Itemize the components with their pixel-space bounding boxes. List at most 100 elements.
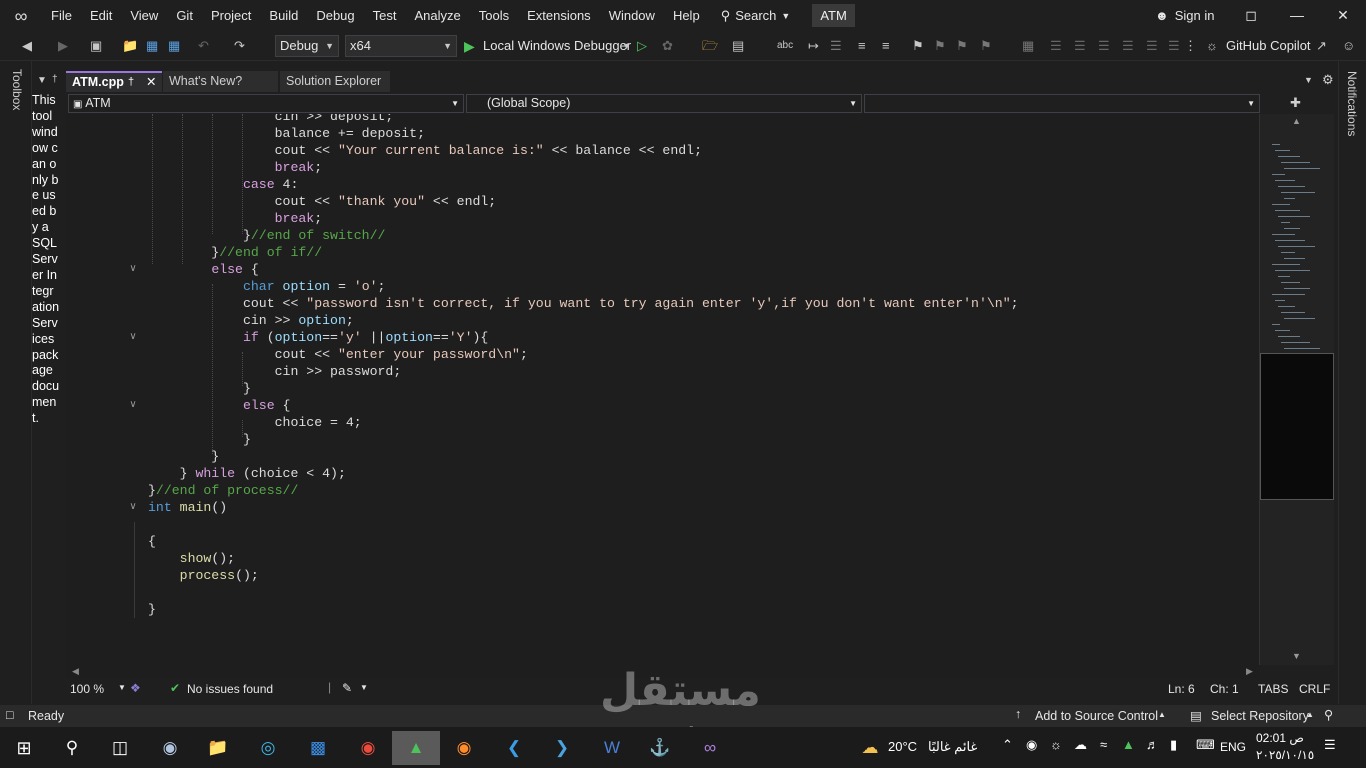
menu-build[interactable]: Build <box>260 0 307 31</box>
indent-icon[interactable]: ≡ <box>858 36 866 56</box>
align-left-icon[interactable]: ☰ <box>1050 36 1062 56</box>
pin-icon[interactable]: † <box>128 73 134 91</box>
menu-test[interactable]: Test <box>364 0 406 31</box>
camera-app-icon[interactable]: ◉ <box>152 731 188 765</box>
menu-project[interactable]: Project <box>202 0 260 31</box>
step-icon[interactable]: ↦ <box>808 36 819 56</box>
add-to-source-control-button[interactable]: Add to Source Control <box>1035 709 1158 723</box>
close-window-button[interactable]: ✕ <box>1320 0 1366 31</box>
app-triangle-icon[interactable]: ▲ <box>392 731 440 765</box>
notification-bell-icon[interactable]: ⚲ <box>1324 707 1333 722</box>
code-line[interactable]: process(); <box>148 567 259 584</box>
chevron-up-icon[interactable]: ▲ <box>1306 710 1314 719</box>
keyboard-icon[interactable]: ⌨ <box>1196 737 1215 753</box>
notifications-tab[interactable]: Notifications <box>1345 71 1359 136</box>
align-middle-icon[interactable]: ☰ <box>1146 36 1158 56</box>
restore-button[interactable] <box>1276 0 1322 31</box>
comment-icon[interactable]: ☰ <box>830 36 842 56</box>
prev-bookmark-icon[interactable]: ⚑ <box>934 36 946 56</box>
forward-icon[interactable]: ▶ <box>58 36 68 56</box>
weather-desc[interactable]: غائم غالبًا <box>928 739 977 755</box>
spell-check-icon[interactable]: abc <box>777 36 793 56</box>
split-editor-icon[interactable]: ✚ <box>1290 95 1301 111</box>
code-line[interactable]: balance += deposit; <box>148 125 425 142</box>
start-debugging-label[interactable]: Local Windows Debugger <box>483 36 631 56</box>
code-line[interactable]: if (option=='y' ||option=='Y'){ <box>148 329 488 346</box>
weather-icon[interactable]: ☁ <box>852 731 888 765</box>
weather-temp[interactable]: 20°C <box>888 739 917 754</box>
menu-view[interactable]: View <box>121 0 167 31</box>
vscode-icon[interactable]: ❮ <box>496 731 532 765</box>
project-select[interactable]: ▣ ATM ▼ <box>68 94 464 113</box>
store-icon[interactable]: ▩ <box>300 731 336 765</box>
windows-start-icon[interactable]: ⊞ <box>6 731 42 765</box>
code-line[interactable]: cout << "Your current balance is:" << ba… <box>148 142 702 159</box>
code-line[interactable]: { <box>148 533 156 550</box>
code-line[interactable]: cout << "password isn't correct, if you … <box>148 295 1019 312</box>
menu-window[interactable]: Window <box>600 0 664 31</box>
task-view-icon[interactable]: ◫ <box>102 731 138 765</box>
code-line[interactable]: show(); <box>148 550 235 567</box>
map-scrollbar[interactable]: ▲ ▼ <box>1259 114 1334 665</box>
code-line[interactable]: cin >> option; <box>148 312 354 329</box>
fold-toggle-icon[interactable]: ∨ <box>126 398 140 412</box>
code-line[interactable]: cin >> deposit; <box>148 114 394 125</box>
scope-select[interactable]: (Global Scope) ▼ <box>466 94 862 113</box>
code-line[interactable]: char option = 'o'; <box>148 278 385 295</box>
undo-icon[interactable]: ↶ <box>198 36 209 56</box>
platform-select[interactable]: x64 ▼ <box>345 35 457 57</box>
line-number[interactable]: Ln: 6 <box>1168 682 1195 696</box>
clock-date[interactable]: ٢٠٢٥/١٠/١٥ <box>1256 748 1314 762</box>
tab-solution-explorer[interactable]: Solution Explorer <box>280 71 390 92</box>
format-icon[interactable]: ▦ <box>1022 36 1034 56</box>
menu-edit[interactable]: Edit <box>81 0 121 31</box>
word-icon[interactable]: W <box>594 731 630 765</box>
code-editor[interactable]: ∨ ∨ ∨ ∨ cin >> deposit; balance += depos… <box>66 114 1260 665</box>
share-icon[interactable]: ↗ <box>1316 36 1327 56</box>
menu-analyze[interactable]: Analyze <box>405 0 469 31</box>
window-layout-icon[interactable]: ▤ <box>732 36 744 56</box>
fold-toggle-icon[interactable]: ∨ <box>126 500 140 514</box>
align-top-icon[interactable]: ☰ <box>1122 36 1134 56</box>
code-line[interactable]: cout << "thank you" << endl; <box>148 193 497 210</box>
intellicode-icon[interactable]: ❖ <box>130 681 141 695</box>
bookmark-icon[interactable]: ⚑ <box>912 36 924 56</box>
align-center-icon[interactable]: ☰ <box>1074 36 1086 56</box>
visual-studio-logo-icon[interactable]: ∞ <box>10 5 32 27</box>
action-center-icon[interactable]: ☰ <box>1324 737 1336 753</box>
powershell-icon[interactable]: ❯ <box>544 731 580 765</box>
scroll-right-icon[interactable]: ▶ <box>1246 666 1253 677</box>
input-language[interactable]: ENG <box>1220 740 1246 754</box>
tray-chevron-icon[interactable]: ⌃ <box>1002 737 1013 753</box>
select-repository-button[interactable]: Select Repository <box>1211 709 1309 723</box>
close-tab-icon[interactable]: ✕ <box>146 73 156 91</box>
clear-bookmarks-icon[interactable]: ⚑ <box>980 36 992 56</box>
save-icon[interactable]: ▦ <box>146 36 158 56</box>
tray-app-icon[interactable]: ▲ <box>1122 737 1135 752</box>
scroll-down-icon[interactable]: ▼ <box>1292 651 1301 661</box>
chevron-up-icon[interactable]: ▲ <box>1158 710 1166 719</box>
tab-atm-cpp[interactable]: ATM.cpp † ✕ <box>66 71 162 92</box>
tab-whats-new[interactable]: What's New? <box>163 71 278 92</box>
toolbox-pin-icon[interactable]: † <box>52 74 58 85</box>
fold-toggle-icon[interactable]: ∨ <box>126 262 140 276</box>
feedback-icon[interactable]: ☺ <box>1342 36 1355 56</box>
user-settings-icon[interactable]: ◻ <box>1228 0 1274 31</box>
docker-icon[interactable]: ⚓ <box>642 731 678 765</box>
issues-status[interactable]: No issues found <box>187 682 273 696</box>
onedrive-icon[interactable]: ☁ <box>1074 737 1087 753</box>
start-debugging-icon[interactable]: ▶ <box>464 36 475 56</box>
code-line[interactable]: cout << "enter your password\n"; <box>148 346 528 363</box>
code-line[interactable]: }//end of process// <box>148 482 298 499</box>
toolbar-overflow-icon[interactable]: ⋮ <box>1184 36 1197 56</box>
code-line[interactable]: cin >> password; <box>148 363 402 380</box>
start-without-debugging-icon[interactable]: ▷ <box>637 36 647 56</box>
configuration-select[interactable]: Debug ▼ <box>275 35 339 57</box>
new-project-icon[interactable]: ▣ <box>90 36 102 56</box>
copilot-label[interactable]: GitHub Copilot <box>1226 36 1311 56</box>
tray-mute-icon[interactable]: ☼ <box>1050 737 1062 752</box>
chevron-down-icon[interactable]: ▼ <box>118 683 126 692</box>
code-line[interactable]: } while (choice < 4); <box>148 465 346 482</box>
tab-list-dropdown-icon[interactable]: ▼ <box>1304 75 1313 85</box>
code-line[interactable]: int main() <box>148 499 227 516</box>
